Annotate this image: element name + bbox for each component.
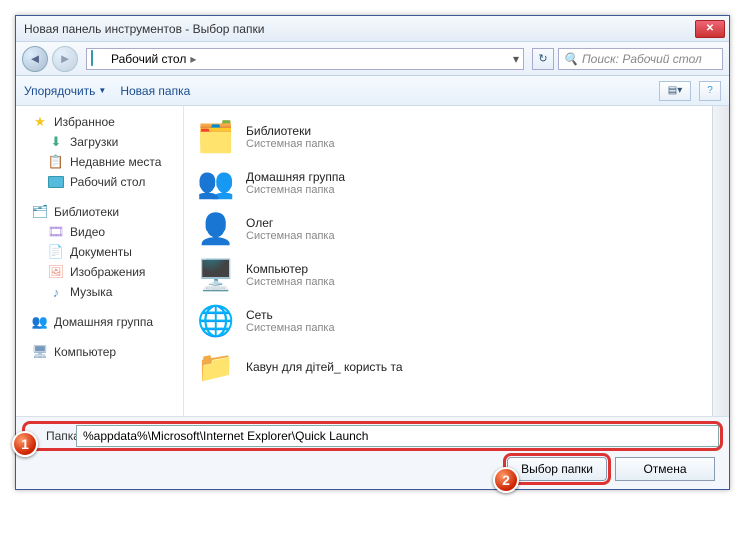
content-item-network[interactable]: 🌐 СетьСистемная папка — [196, 298, 717, 344]
cancel-button[interactable]: Отмена — [615, 457, 715, 481]
folder-input-row: 1 Папка: — [26, 425, 719, 447]
content-item-libraries[interactable]: 🗂️ БиблиотекиСистемная папка — [196, 114, 717, 160]
document-icon: 📄 — [48, 244, 64, 260]
nav-bar: ◄ ► Рабочий стол ▸ ▾ ↻ 🔍 Поиск: Рабочий … — [16, 42, 729, 76]
network-icon: 🌐 — [196, 301, 236, 341]
forward-button[interactable]: ► — [52, 46, 78, 72]
refresh-icon: ↻ — [538, 52, 547, 65]
help-icon: ? — [707, 85, 713, 96]
arrow-left-icon: ◄ — [29, 51, 42, 66]
back-button[interactable]: ◄ — [22, 46, 48, 72]
window-title: Новая панель инструментов - Выбор папки — [24, 22, 695, 36]
view-mode-button[interactable]: ▤▾ — [659, 81, 691, 101]
picture-icon: 🖼 — [48, 264, 64, 280]
desktop-icon — [91, 51, 107, 67]
body-area: ★ Избранное ⬇Загрузки 📋Недавние места Ра… — [16, 106, 729, 416]
sidebar-item-video[interactable]: 🎞Видео — [16, 222, 183, 242]
homegroup-icon: 👥 — [196, 163, 236, 203]
arrow-right-icon: ► — [59, 51, 72, 66]
sidebar-favorites[interactable]: ★ Избранное — [16, 112, 183, 132]
sidebar-computer-group: 🖥 Компьютер — [16, 342, 183, 362]
computer-icon: 🖥️ — [196, 255, 236, 295]
content-item-homegroup[interactable]: 👥 Домашняя группаСистемная папка — [196, 160, 717, 206]
dropdown-arrow-icon[interactable]: ▾ — [513, 52, 519, 66]
video-icon: 🎞 — [48, 224, 64, 240]
titlebar: Новая панель инструментов - Выбор папки … — [16, 16, 729, 42]
organize-button[interactable]: Упорядочить ▼ — [24, 84, 106, 98]
select-folder-button[interactable]: Выбор папки — [507, 457, 607, 481]
sidebar-computer[interactable]: 🖥 Компьютер — [16, 342, 183, 362]
address-bar[interactable]: Рабочий стол ▸ ▾ — [86, 48, 524, 70]
folder-path-input[interactable] — [76, 425, 719, 447]
content-item-folder[interactable]: 📁 Кавун для дітей_ користь та — [196, 344, 717, 390]
sidebar-favorites-group: ★ Избранное ⬇Загрузки 📋Недавние места Ра… — [16, 112, 183, 192]
button-row: 2 Выбор папки Отмена — [26, 457, 719, 481]
footer: 1 Папка: 2 Выбор папки Отмена — [16, 416, 729, 489]
sidebar-libraries[interactable]: 🗂 Библиотеки — [16, 202, 183, 222]
close-button[interactable]: ✕ — [695, 20, 725, 38]
sidebar-libraries-group: 🗂 Библиотеки 🎞Видео 📄Документы 🖼Изображе… — [16, 202, 183, 302]
download-icon: ⬇ — [48, 134, 64, 150]
search-placeholder: Поиск: Рабочий стол — [582, 52, 702, 66]
close-icon: ✕ — [706, 23, 714, 34]
recent-icon: 📋 — [48, 154, 64, 170]
dropdown-arrow-icon: ▼ — [98, 86, 106, 95]
sidebar-item-music[interactable]: ♪Музыка — [16, 282, 183, 302]
music-icon: ♪ — [48, 284, 64, 300]
content-pane: 🗂️ БиблиотекиСистемная папка 👥 Домашняя … — [184, 106, 729, 416]
sidebar-item-pictures[interactable]: 🖼Изображения — [16, 262, 183, 282]
libraries-icon: 🗂 — [32, 204, 48, 220]
refresh-button[interactable]: ↻ — [532, 48, 554, 70]
sidebar-item-desktop[interactable]: Рабочий стол — [16, 172, 183, 192]
sidebar-item-documents[interactable]: 📄Документы — [16, 242, 183, 262]
search-icon: 🔍 — [563, 52, 578, 66]
content-item-user[interactable]: 👤 ОлегСистемная папка — [196, 206, 717, 252]
list-icon: ▤▾ — [668, 85, 682, 96]
sidebar-item-recent[interactable]: 📋Недавние места — [16, 152, 183, 172]
content-item-computer[interactable]: 🖥️ КомпьютерСистемная папка — [196, 252, 717, 298]
user-icon: 👤 — [196, 209, 236, 249]
star-icon: ★ — [32, 114, 48, 130]
toolbar: Упорядочить ▼ Новая папка ▤▾ ? — [16, 76, 729, 106]
toolbar-right: ▤▾ ? — [659, 81, 721, 101]
homegroup-icon: 👥 — [32, 314, 48, 330]
scrollbar[interactable] — [712, 106, 729, 416]
address-location: Рабочий стол — [111, 52, 186, 66]
libraries-icon: 🗂️ — [196, 117, 236, 157]
annotation-badge-2: 2 — [493, 467, 519, 493]
help-button[interactable]: ? — [699, 81, 721, 101]
search-box[interactable]: 🔍 Поиск: Рабочий стол — [558, 48, 723, 70]
folder-icon: 📁 — [196, 347, 236, 387]
breadcrumb-arrow-icon: ▸ — [190, 52, 196, 66]
sidebar: ★ Избранное ⬇Загрузки 📋Недавние места Ра… — [16, 106, 184, 416]
new-folder-button[interactable]: Новая папка — [120, 84, 190, 98]
sidebar-item-downloads[interactable]: ⬇Загрузки — [16, 132, 183, 152]
annotation-badge-1: 1 — [12, 431, 38, 457]
desktop-icon — [48, 174, 64, 190]
computer-icon: 🖥 — [32, 344, 48, 360]
sidebar-homegroup-group: 👥 Домашняя группа — [16, 312, 183, 332]
folder-picker-window: Новая панель инструментов - Выбор папки … — [15, 15, 730, 490]
sidebar-homegroup[interactable]: 👥 Домашняя группа — [16, 312, 183, 332]
